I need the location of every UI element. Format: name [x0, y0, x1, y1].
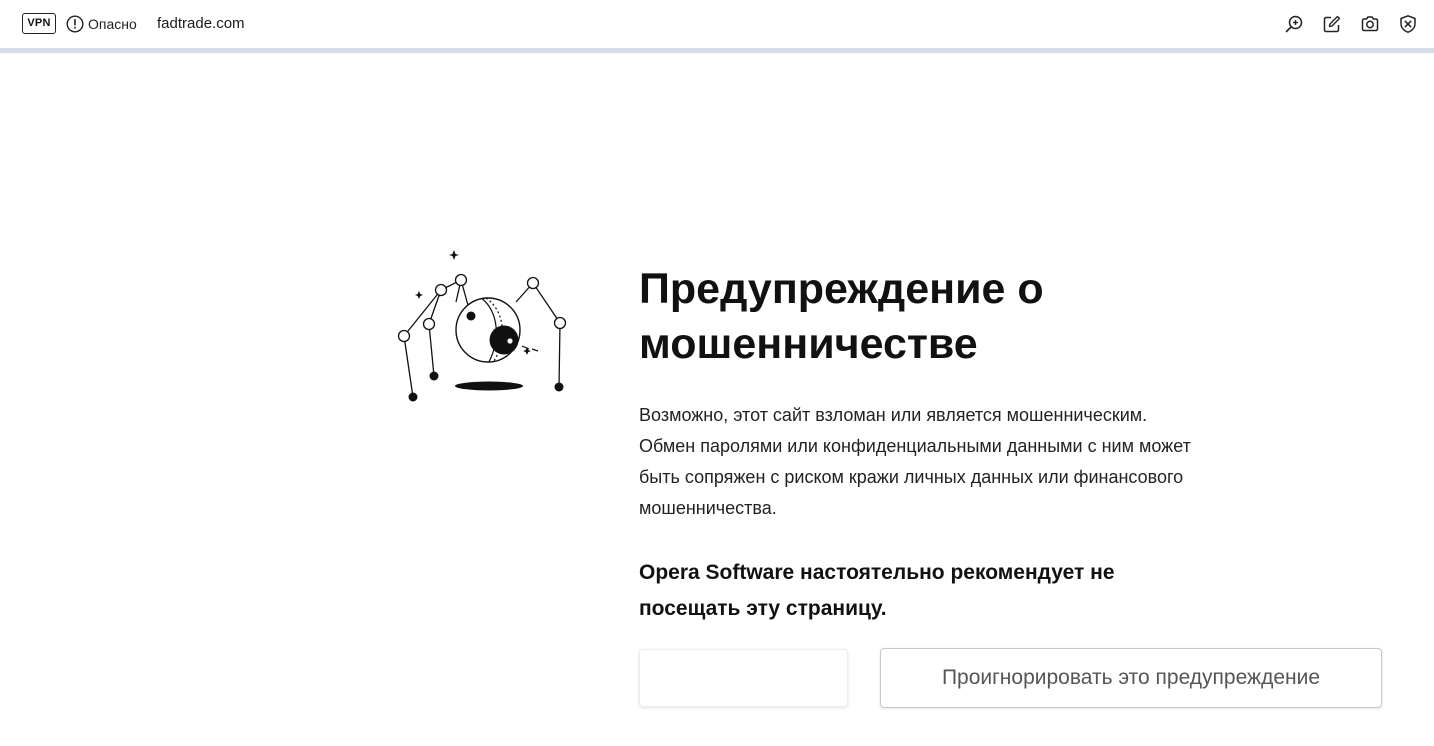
- ignore-warning-button[interactable]: Проигнорировать это предупреждение: [880, 648, 1382, 708]
- address-bar: VPN Опасно fadtrade.com: [0, 0, 1434, 48]
- spider-illustration: [388, 240, 578, 410]
- warning-description: Возможно, этот сайт взломан или является…: [639, 405, 1191, 518]
- security-indicator[interactable]: Опасно: [66, 14, 137, 34]
- go-back-button[interactable]: [639, 649, 848, 707]
- warning-content: Предупреждение о мошенничестве Возможно,…: [639, 262, 1399, 627]
- edit-icon[interactable]: [1320, 12, 1344, 36]
- camera-icon[interactable]: [1358, 12, 1382, 36]
- address-bar-divider: [0, 48, 1434, 53]
- zoom-in-icon[interactable]: [1282, 12, 1306, 36]
- vpn-badge[interactable]: VPN: [22, 13, 56, 34]
- warning-recommendation: Opera Software настоятельно рекомендует …: [639, 561, 1115, 620]
- toolbar-icons: [1282, 12, 1420, 36]
- shield-close-icon[interactable]: [1396, 12, 1420, 36]
- security-label: Опасно: [88, 16, 137, 32]
- page-title: Предупреждение о мошенничестве: [639, 265, 1044, 368]
- url-field[interactable]: fadtrade.com: [157, 14, 245, 34]
- warning-icon: [66, 15, 84, 33]
- action-buttons: Проигнорировать это предупреждение: [639, 648, 1399, 708]
